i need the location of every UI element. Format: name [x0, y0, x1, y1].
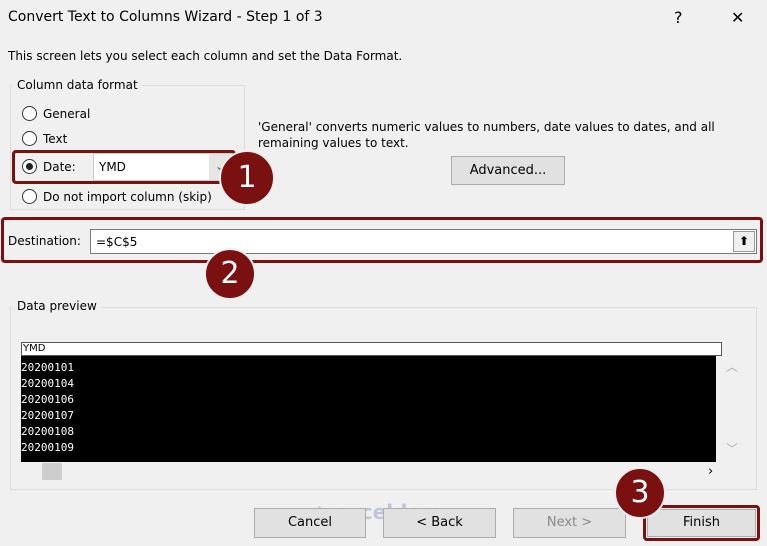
destination-input[interactable]: =$C$5 ⬆ [90, 229, 757, 254]
radio-date[interactable] [22, 159, 37, 174]
label-date: Date: [43, 160, 76, 174]
label-general: General [43, 107, 91, 121]
callout-2: 2 [204, 248, 256, 300]
label-text: Text [43, 132, 68, 146]
scroll-down-icon[interactable]: ﹀ [726, 440, 738, 457]
scroll-up-icon[interactable]: ︿ [726, 358, 738, 375]
window-title: Convert Text to Columns Wizard - Step 1 … [8, 9, 323, 25]
close-button[interactable]: ✕ [731, 8, 744, 27]
radio-text[interactable] [22, 131, 37, 146]
next-button[interactable]: Next > [513, 508, 626, 538]
preview-header: YMD [21, 342, 722, 356]
callout-1: 1 [219, 150, 275, 206]
finish-button[interactable]: Finish [647, 509, 756, 537]
data-preview-legend: Data preview [13, 299, 101, 313]
description-line-2: remaining values to text. [258, 136, 409, 150]
preview-row: 20200104 [21, 377, 74, 390]
collapse-dialog-icon[interactable]: ⬆ [733, 231, 755, 252]
radio-skip[interactable] [22, 189, 37, 204]
radio-general[interactable] [22, 106, 37, 121]
description-line-1: 'General' converts numeric values to num… [258, 120, 715, 134]
label-skip: Do not import column (skip) [43, 190, 212, 204]
horizontal-scroll-thumb[interactable] [42, 463, 62, 480]
preview-row: 20200101 [21, 361, 74, 374]
destination-label: Destination: [8, 234, 81, 248]
preview-body: 20200101 20200104 20200106 20200107 2020… [21, 356, 716, 462]
help-button[interactable]: ? [674, 8, 683, 27]
preview-row: 20200106 [21, 393, 74, 406]
date-format-select[interactable]: YMD ⌄ [93, 153, 232, 181]
intro-text: This screen lets you select each column … [8, 49, 403, 63]
date-format-value: YMD [99, 160, 126, 174]
preview-row: 20200108 [21, 425, 74, 438]
preview-row: 20200109 [21, 441, 74, 454]
callout-3: 3 [614, 467, 666, 519]
preview-row: 20200107 [21, 409, 74, 422]
back-button[interactable]: < Back [383, 508, 496, 538]
scroll-right-icon[interactable]: › [708, 464, 713, 479]
column-format-legend: Column data format [13, 78, 142, 92]
destination-value: =$C$5 [96, 235, 138, 249]
cancel-button[interactable]: Cancel [254, 508, 366, 538]
advanced-button[interactable]: Advanced... [451, 156, 565, 185]
